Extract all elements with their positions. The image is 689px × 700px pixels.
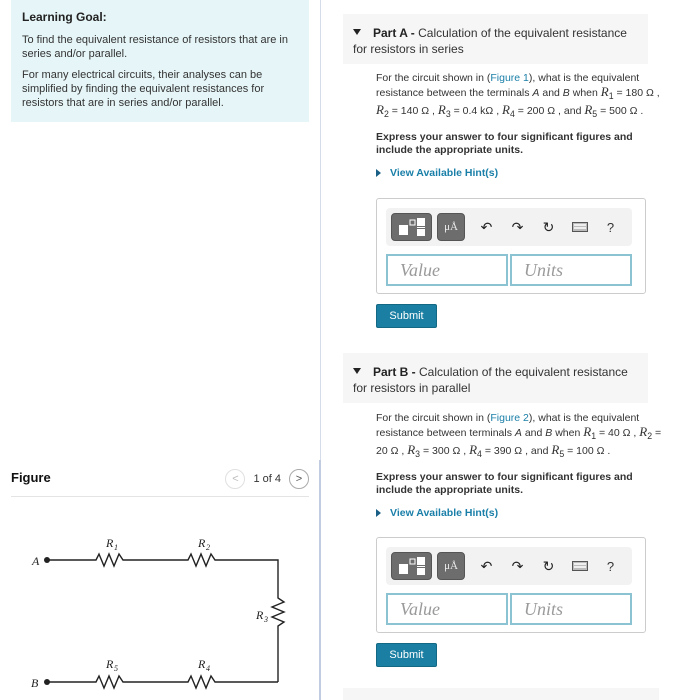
reset-button[interactable]: ↻ xyxy=(533,552,564,580)
undo-icon: ↶ xyxy=(480,557,493,574)
units-icon: μÅ xyxy=(444,560,458,572)
svg-text:2: 2 xyxy=(206,543,210,552)
part-a-hints-toggle[interactable]: View Available Hint(s) xyxy=(376,167,666,179)
value-input[interactable] xyxy=(386,593,508,625)
templates-button[interactable] xyxy=(391,213,432,241)
figure-1-link[interactable]: Figure 1 xyxy=(490,72,529,84)
reset-icon: ↻ xyxy=(542,218,555,235)
part-b-inputs xyxy=(386,593,632,625)
figure-prev-button[interactable]: < xyxy=(225,469,246,489)
terminal-a-dot xyxy=(44,557,50,563)
caret-down-icon xyxy=(353,29,361,35)
figure-2-link[interactable]: Figure 2 xyxy=(490,412,529,424)
resistor-r5-label: R 5 xyxy=(105,657,118,673)
help-button[interactable]: ? xyxy=(595,552,626,580)
terminal-a-label: A xyxy=(31,554,40,568)
help-icon: ? xyxy=(606,558,615,574)
next-part-header[interactable] xyxy=(343,688,659,700)
svg-text:5: 5 xyxy=(114,664,118,673)
left-column: Learning Goal: To find the equivalent re… xyxy=(0,0,320,700)
learning-goal-box: Learning Goal: To find the equivalent re… xyxy=(11,0,309,122)
resistor-r4-label: R 4 xyxy=(197,657,210,673)
chevron-right-icon: > xyxy=(295,473,303,485)
right-column: Part A - Calculation of the equivalent r… xyxy=(321,0,689,700)
part-b-header[interactable]: Part B - Calculation of the equivalent r… xyxy=(343,353,648,403)
part-b-hints-toggle[interactable]: View Available Hint(s) xyxy=(376,507,666,519)
redo-button[interactable]: ↷ xyxy=(502,552,533,580)
undo-icon: ↶ xyxy=(480,218,493,235)
caret-right-icon xyxy=(376,169,381,178)
part-a-inputs xyxy=(386,254,632,286)
part-a-toolbar: μÅ ↶ ↷ ↻ ? xyxy=(386,208,632,246)
templates-icon xyxy=(398,218,425,236)
undo-button[interactable]: ↶ xyxy=(471,213,502,241)
svg-text:R: R xyxy=(197,536,206,550)
reset-icon: ↻ xyxy=(542,557,555,574)
help-button[interactable]: ? xyxy=(595,213,626,241)
part-b-answer-box: μÅ ↶ ↷ ↻ ? xyxy=(376,537,646,633)
svg-text:R: R xyxy=(197,657,206,671)
caret-down-icon xyxy=(353,368,361,374)
svg-text:4: 4 xyxy=(206,664,210,673)
units-input[interactable] xyxy=(510,593,632,625)
keyboard-button[interactable] xyxy=(564,213,595,241)
learning-goal-text: To find the equivalent resistance of res… xyxy=(22,34,288,60)
figure-title: Figure xyxy=(11,470,51,485)
figure-page-label: 1 of 4 xyxy=(253,473,281,485)
learning-goal-title: Learning Goal: xyxy=(22,10,107,24)
part-a-header[interactable]: Part A - Calculation of the equivalent r… xyxy=(343,14,648,64)
reset-button[interactable]: ↻ xyxy=(533,213,564,241)
templates-button[interactable] xyxy=(391,552,432,580)
units-button[interactable]: μÅ xyxy=(437,213,465,241)
svg-text:R: R xyxy=(105,536,114,550)
keyboard-button[interactable] xyxy=(564,552,595,580)
part-b-instructions: Express your answer to four significant … xyxy=(376,471,633,497)
terminal-b-label: B xyxy=(31,676,39,690)
units-button[interactable]: μÅ xyxy=(437,552,465,580)
keyboard-icon xyxy=(571,561,588,571)
units-icon: μÅ xyxy=(444,221,458,233)
wire-top xyxy=(47,552,286,682)
chevron-left-icon: < xyxy=(232,473,239,485)
redo-button[interactable]: ↷ xyxy=(502,213,533,241)
resistor-r2-label: R 2 xyxy=(197,536,210,552)
figure-next-button[interactable]: > xyxy=(289,469,309,489)
svg-text:R: R xyxy=(255,608,264,622)
terminal-b-dot xyxy=(44,679,50,685)
part-a-answer-box: μÅ ↶ ↷ ↻ ? xyxy=(376,198,646,294)
part-b-question: For the circuit shown in (Figure 2), wha… xyxy=(376,412,662,460)
figure-header: Figure < 1 of 4 > xyxy=(11,465,309,497)
value-input[interactable] xyxy=(386,254,508,286)
keyboard-icon xyxy=(571,222,588,232)
resistor-r3-label: R 3 xyxy=(255,608,268,624)
part-a-submit-button[interactable]: Submit xyxy=(376,304,437,328)
help-icon: ? xyxy=(606,219,615,235)
part-b-toolbar: μÅ ↶ ↷ ↻ ? xyxy=(386,547,632,585)
caret-right-icon xyxy=(376,509,381,518)
svg-text:3: 3 xyxy=(263,615,268,624)
figure-pager: < 1 of 4 > xyxy=(225,469,309,489)
wire-bottom xyxy=(47,674,278,690)
svg-text:1: 1 xyxy=(114,543,118,552)
part-a-instructions: Express your answer to four significant … xyxy=(376,131,633,157)
redo-icon: ↷ xyxy=(511,557,524,574)
part-b-submit-button[interactable]: Submit xyxy=(376,643,437,667)
templates-icon xyxy=(398,557,425,575)
resistor-r1-label: R 1 xyxy=(105,536,118,552)
part-a-body: For the circuit shown in (Figure 1), wha… xyxy=(376,72,666,179)
part-b-body: For the circuit shown in (Figure 2), wha… xyxy=(376,412,666,519)
svg-text:R: R xyxy=(105,657,114,671)
units-input[interactable] xyxy=(510,254,632,286)
part-a-question: For the circuit shown in (Figure 1), wha… xyxy=(376,72,660,120)
undo-button[interactable]: ↶ xyxy=(471,552,502,580)
circuit-diagram: A B R 1 R 2 R 3 R 4 R 5 xyxy=(31,536,286,690)
learning-goal-text: For many electrical circuits, their anal… xyxy=(22,69,265,109)
redo-icon: ↷ xyxy=(511,218,524,235)
